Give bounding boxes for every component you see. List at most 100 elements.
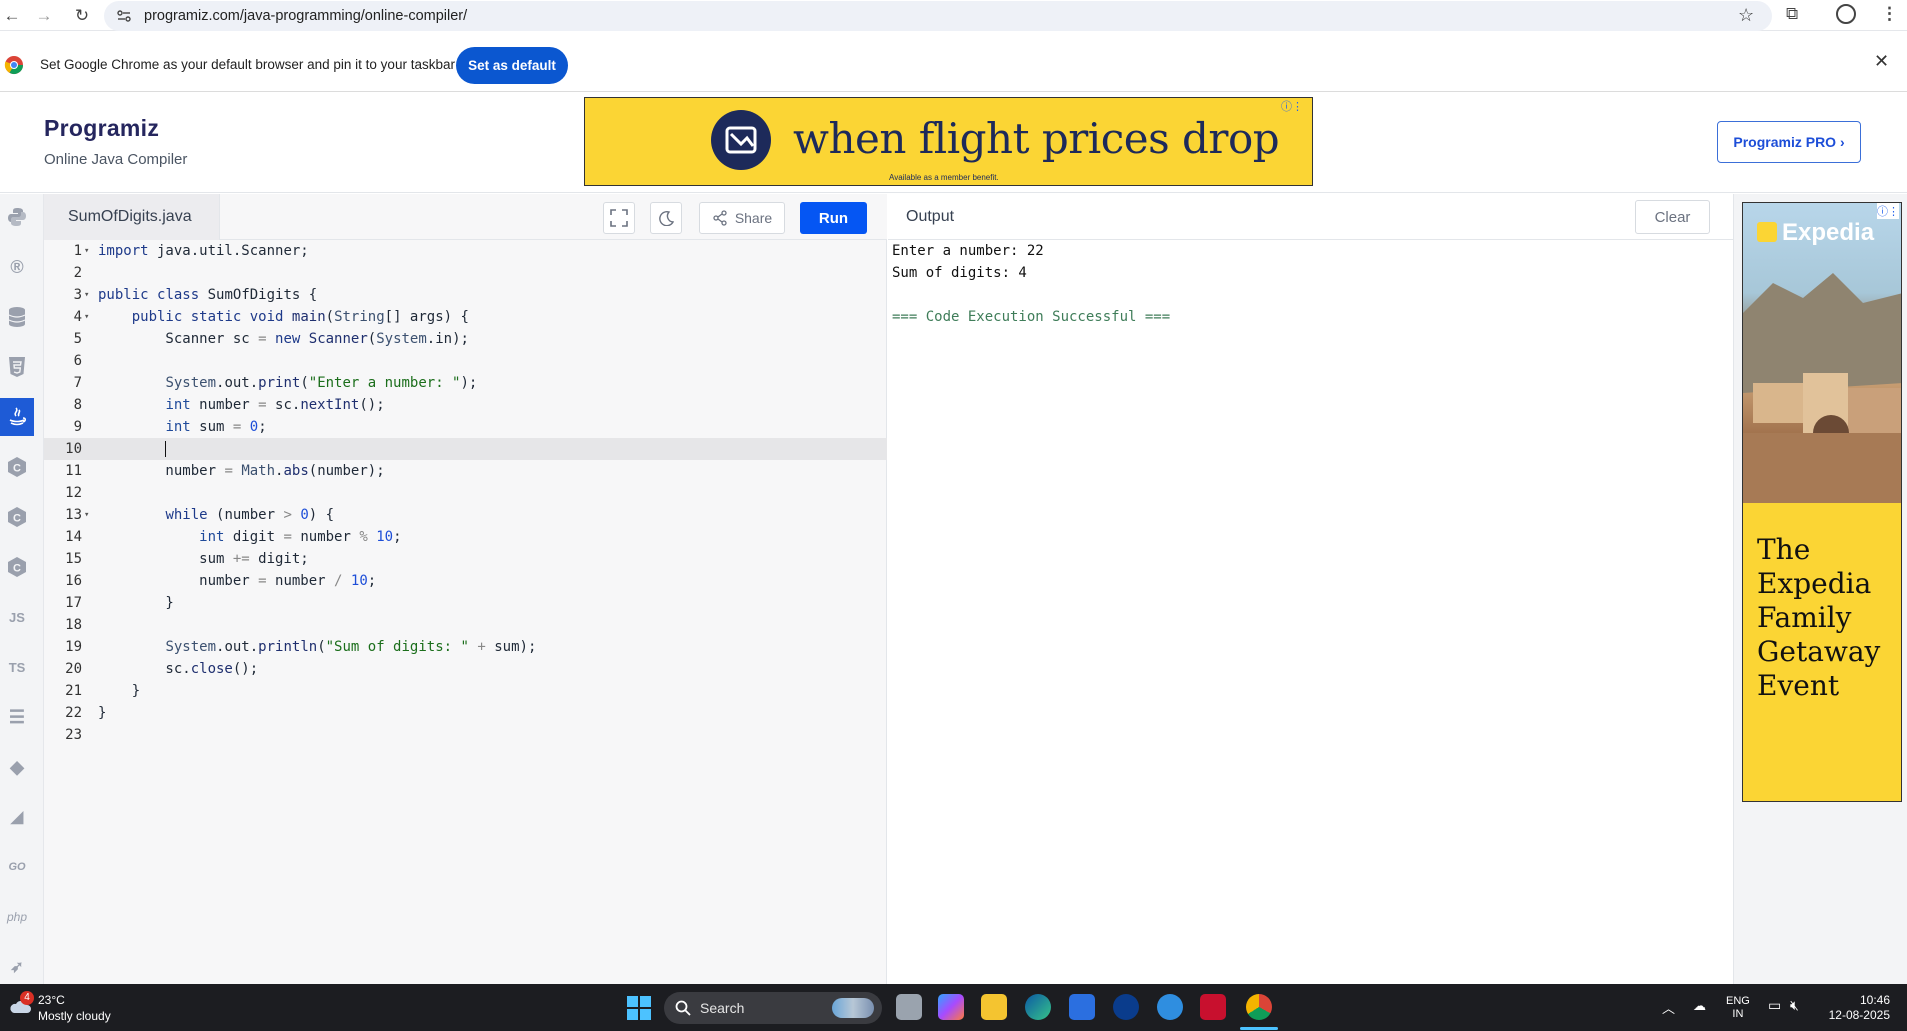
run-button[interactable]: Run (800, 202, 867, 234)
ad-photo: Expedia (1743, 203, 1901, 503)
fullscreen-icon (610, 209, 628, 227)
html-icon[interactable] (0, 348, 34, 386)
ruby-icon[interactable]: ◆ (0, 748, 34, 786)
forward-icon[interactable]: → (32, 4, 56, 28)
close-icon[interactable]: ✕ (1874, 51, 1889, 72)
search-highlight-icon (832, 998, 874, 1018)
search-label: Search (700, 1000, 745, 1016)
expedia-brand: Expedia (1782, 219, 1875, 246)
language-sidebar: ® C C C JS TS ☰ ◆ ◢ GO php ➶ (0, 194, 44, 984)
go-icon[interactable]: GO (0, 848, 34, 886)
dark-mode-button[interactable] (650, 202, 682, 234)
stack-icon[interactable]: ☰ (0, 698, 34, 736)
volume-muted-icon[interactable]: 🔇︎ (1790, 997, 1799, 1014)
address-bar[interactable]: programiz.com/java-programming/online-co… (104, 1, 1772, 31)
network-icon[interactable]: ▭ (1768, 997, 1781, 1014)
page-subtitle: Online Java Compiler (44, 151, 188, 168)
ad-subtext: Available as a member benefit. (889, 173, 999, 182)
code-line: 13 ▾ while (number > 0) { (65, 507, 335, 523)
bookmark-star-icon[interactable]: ☆ (1738, 5, 1754, 26)
svg-text:C: C (13, 463, 21, 475)
code-line: 16 number = number / 10; (65, 573, 377, 589)
code-line: 21 } (65, 683, 141, 699)
programiz-pro-button[interactable]: Programiz PRO › (1717, 121, 1861, 163)
weather-condition: Mostly cloudy (38, 1009, 111, 1023)
code-line: 18 (65, 617, 82, 633)
javascript-icon[interactable]: JS (0, 598, 34, 636)
copilot-icon[interactable] (938, 994, 964, 1020)
expedia-ad[interactable]: Expedia The Expedia Family Getaway Event… (1742, 202, 1902, 802)
output-title: Output (906, 208, 955, 225)
browser-toolbar: ← → ↻ programiz.com/java-programming/onl… (0, 0, 1907, 31)
swift-icon[interactable]: ➶ (0, 948, 34, 986)
region-code: IN (1732, 1008, 1744, 1020)
clock-date: 12-08-2025 (1828, 1008, 1890, 1022)
ad-info-icon[interactable]: ⓘ⋮ (1281, 98, 1303, 114)
code-line: 1 ▾ import java.util.Scanner; (73, 243, 309, 259)
system-clock[interactable]: 10:46 12-08-2025 (1822, 993, 1890, 1023)
typescript-icon[interactable]: TS (0, 648, 34, 686)
output-header: Output Clear (888, 194, 1733, 240)
input-language[interactable]: ENG IN (1726, 995, 1750, 1021)
cpp-icon[interactable]: C (0, 498, 34, 536)
expedia-logo-icon (1757, 222, 1777, 242)
chrome-taskbar-icon[interactable] (1246, 994, 1272, 1020)
sql-icon[interactable] (0, 298, 34, 336)
hp-icon[interactable] (1113, 994, 1139, 1020)
right-ad-column: Expedia The Expedia Family Getaway Event… (1733, 194, 1907, 984)
default-browser-infobar: Set Google Chrome as your default browse… (0, 31, 1907, 92)
taskbar-search[interactable]: Search (664, 992, 882, 1024)
mcafee-icon[interactable] (1200, 994, 1226, 1020)
php-label: php (6, 910, 28, 924)
reload-icon[interactable]: ↻ (70, 4, 94, 28)
code-line: 9 int sum = 0; (73, 419, 267, 435)
c-icon[interactable]: C (0, 448, 34, 486)
chevron-up-icon[interactable]: ︿ (1662, 998, 1675, 1017)
execution-status: === Code Execution Successful === (892, 309, 1171, 325)
java-icon[interactable] (0, 398, 34, 436)
file-tab[interactable]: SumOfDigits.java (44, 194, 220, 240)
code-line: 17 } (65, 595, 174, 611)
profile-icon[interactable] (1836, 4, 1856, 24)
temperature: 23°C (38, 993, 65, 1007)
top-ad-banner[interactable]: when flight prices drop Available as a m… (584, 97, 1313, 186)
kotlin-icon[interactable]: ◢ (0, 798, 34, 836)
ad-info-icon[interactable]: ⓘ⋮ (1877, 203, 1899, 219)
menu-icon[interactable]: ⋮ (1881, 4, 1898, 24)
url-text[interactable]: programiz.com/java-programming/online-co… (144, 8, 467, 24)
output-console[interactable]: Enter a number: 22 Sum of digits: 4 === … (892, 240, 1170, 328)
back-icon[interactable]: ← (0, 4, 24, 28)
set-default-button[interactable]: Set as default (456, 47, 568, 84)
weather-widget[interactable]: 23°C Mostly cloudy (38, 992, 111, 1024)
clear-button[interactable]: Clear (1635, 200, 1710, 234)
edge-icon[interactable] (1025, 994, 1051, 1020)
output-line: Enter a number: 22 (892, 243, 1044, 259)
weather-badge: 4 (20, 991, 34, 1005)
windows-start-icon[interactable] (627, 996, 651, 1020)
code-line: 22} (65, 705, 107, 721)
code-line: 8 int number = sc.nextInt(); (73, 397, 385, 413)
chrome-logo-icon (4, 56, 24, 75)
editor-toolbar: SumOfDigits.java Share Run (44, 194, 887, 240)
js-label: JS (9, 609, 25, 625)
programiz-logo[interactable]: Programiz (44, 115, 159, 142)
help-icon[interactable] (1157, 994, 1183, 1020)
code-line: 20 sc.close(); (65, 661, 259, 677)
code-line: 23 (65, 727, 82, 743)
python-icon[interactable] (0, 198, 34, 236)
file-explorer-icon[interactable] (981, 994, 1007, 1020)
csharp-icon[interactable]: C (0, 548, 34, 586)
store-icon[interactable] (1069, 994, 1095, 1020)
fullscreen-button[interactable] (603, 202, 635, 234)
php-icon[interactable]: php (0, 898, 34, 936)
site-info-icon[interactable] (116, 8, 132, 24)
extensions-icon[interactable]: ⧉ (1786, 4, 1798, 24)
onedrive-icon[interactable]: ☁ (1693, 998, 1706, 1014)
code-area[interactable]: 1 ▾ import java.util.Scanner; 2 3 ▾ public c… (44, 240, 887, 746)
search-icon (675, 1000, 691, 1016)
active-app-indicator (1240, 1027, 1278, 1030)
share-button[interactable]: Share (699, 202, 785, 234)
task-view-icon[interactable] (896, 994, 922, 1020)
r-icon[interactable]: ® (0, 248, 34, 286)
